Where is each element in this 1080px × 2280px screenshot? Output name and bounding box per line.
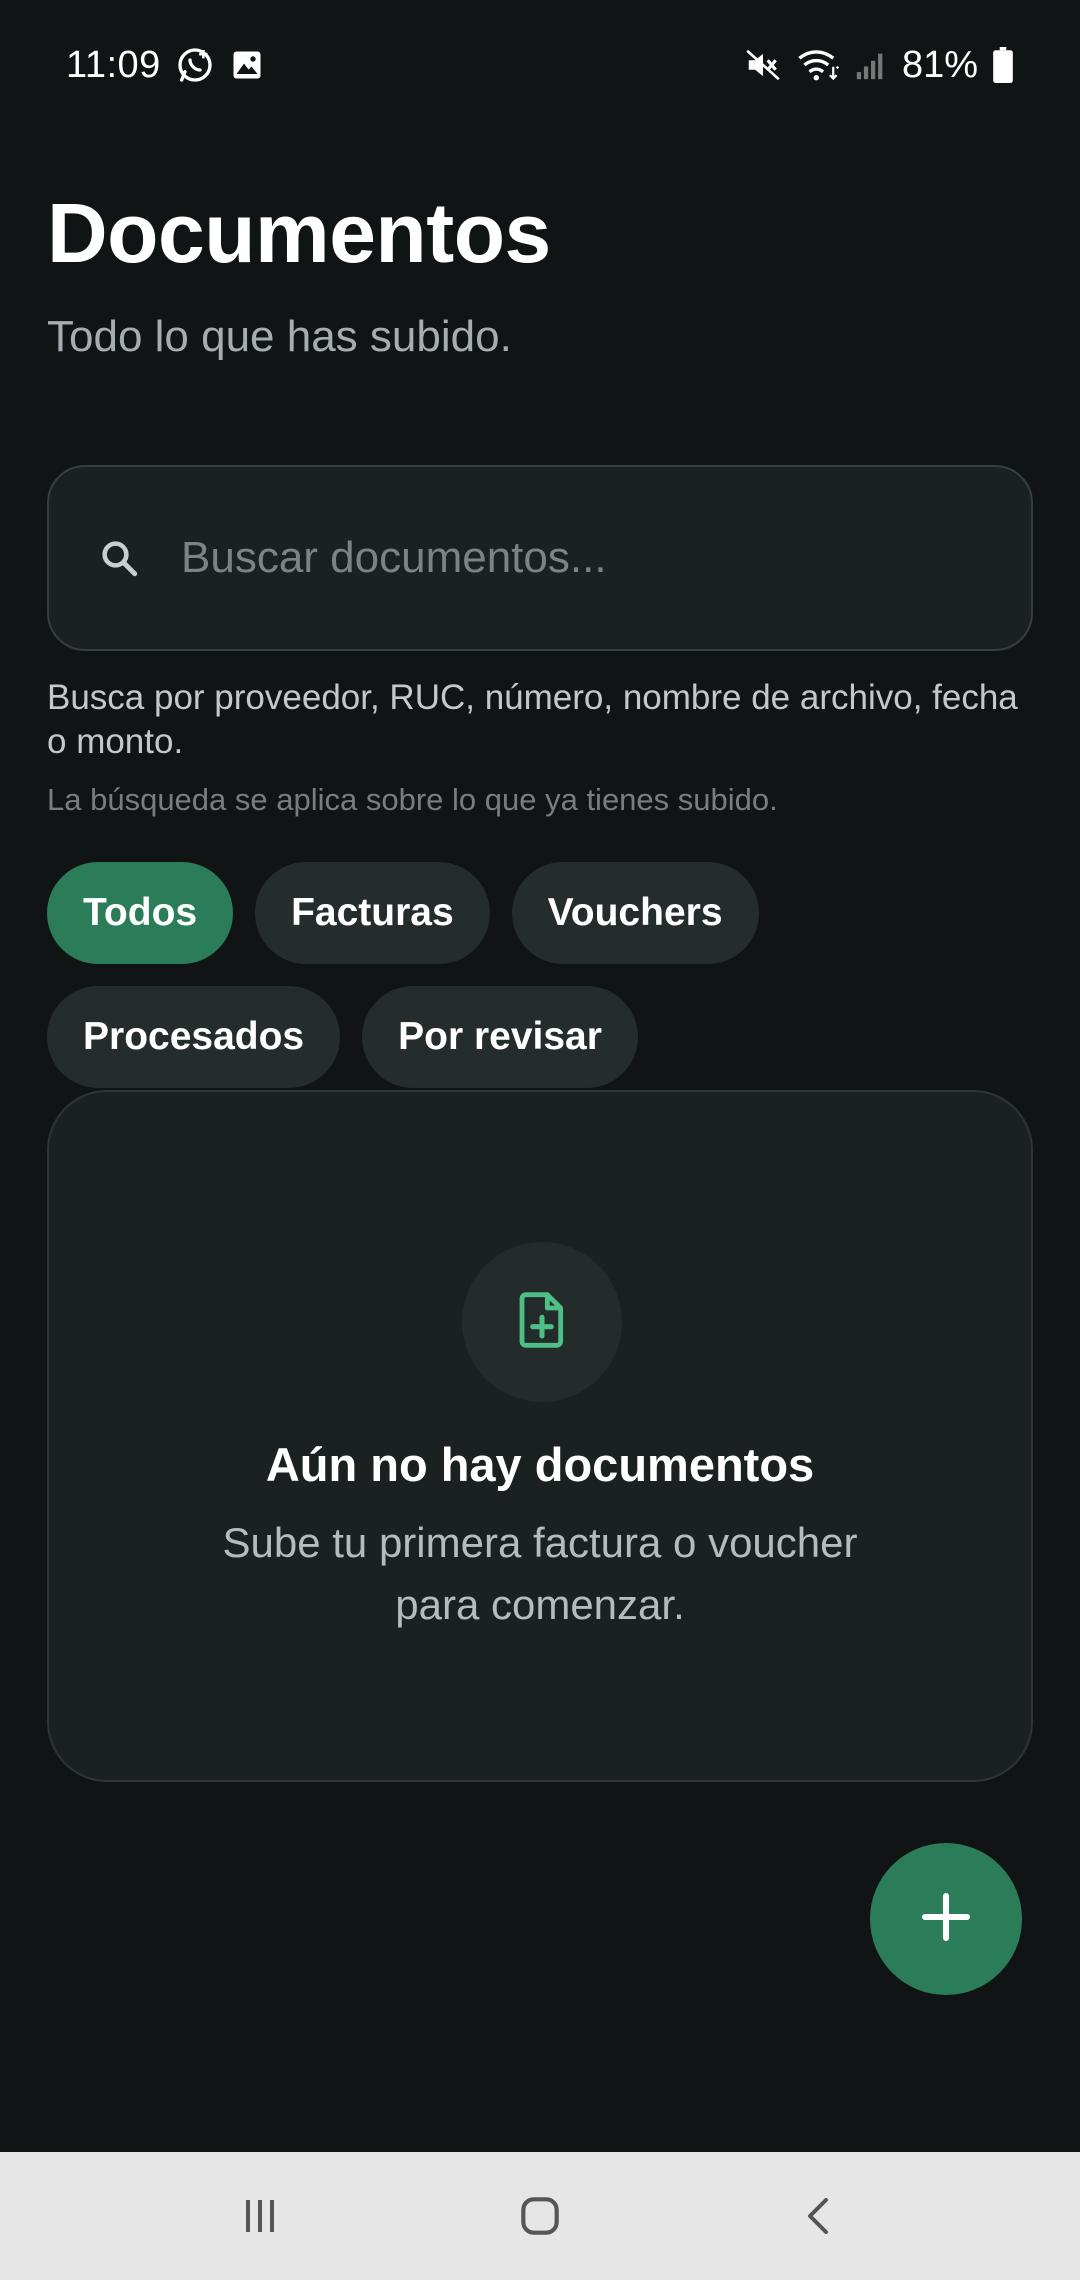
search-box[interactable] xyxy=(47,465,1033,651)
status-right: 81% xyxy=(744,44,1014,87)
battery-icon xyxy=(992,47,1014,83)
filter-chip-procesados[interactable]: Procesados xyxy=(47,986,341,1088)
whatsapp-icon xyxy=(175,45,215,85)
status-time: 11:09 xyxy=(66,43,161,86)
empty-state-title: Aún no hay documentos xyxy=(265,1438,815,1491)
search-hint: Busca por proveedor, RUC, número, nombre… xyxy=(47,678,1018,761)
status-bar: 11:09 81% xyxy=(0,0,1080,130)
empty-state-description-line2: para comenzar. xyxy=(395,1581,685,1628)
filter-chip-vouchers[interactable]: Vouchers xyxy=(511,862,759,964)
image-icon xyxy=(229,47,265,83)
add-document-button[interactable] xyxy=(870,1843,1022,1995)
page-title: Documentos xyxy=(47,186,551,280)
filter-chip-todos[interactable]: Todos xyxy=(47,862,234,964)
filter-chips: Todos Facturas Vouchers Procesados Por r… xyxy=(47,862,1037,1088)
home-icon[interactable] xyxy=(490,2166,590,2266)
page-subtitle: Todo lo que has subido. xyxy=(47,312,512,361)
documents-screen: 11:09 81% Documentos Todo lo que has sub… xyxy=(0,0,1080,2280)
wifi-icon xyxy=(796,46,840,84)
signal-icon xyxy=(854,48,888,82)
search-input[interactable] xyxy=(179,532,999,584)
search-icon xyxy=(91,530,147,586)
file-add-icon xyxy=(510,1288,574,1357)
recent-apps-icon[interactable] xyxy=(210,2166,310,2266)
filter-chip-por-revisar[interactable]: Por revisar xyxy=(362,986,638,1088)
empty-state-description-line1: Sube tu primera factura o voucher xyxy=(222,1519,858,1566)
battery-percent: 81% xyxy=(901,43,978,86)
empty-state-description: Sube tu primera factura o voucher para c… xyxy=(49,1512,1031,1636)
status-left: 11:09 xyxy=(66,44,265,87)
search-hint-secondary: La búsqueda se aplica sobre lo que ya ti… xyxy=(47,782,778,817)
empty-state-card: Aún no hay documentos Sube tu primera fa… xyxy=(47,1090,1033,1782)
system-nav-bar xyxy=(0,2152,1080,2280)
back-icon[interactable] xyxy=(770,2166,870,2266)
plus-icon xyxy=(918,1889,974,1950)
filter-chip-facturas[interactable]: Facturas xyxy=(255,862,490,964)
mute-icon xyxy=(744,46,782,84)
empty-icon-circle xyxy=(462,1242,622,1402)
